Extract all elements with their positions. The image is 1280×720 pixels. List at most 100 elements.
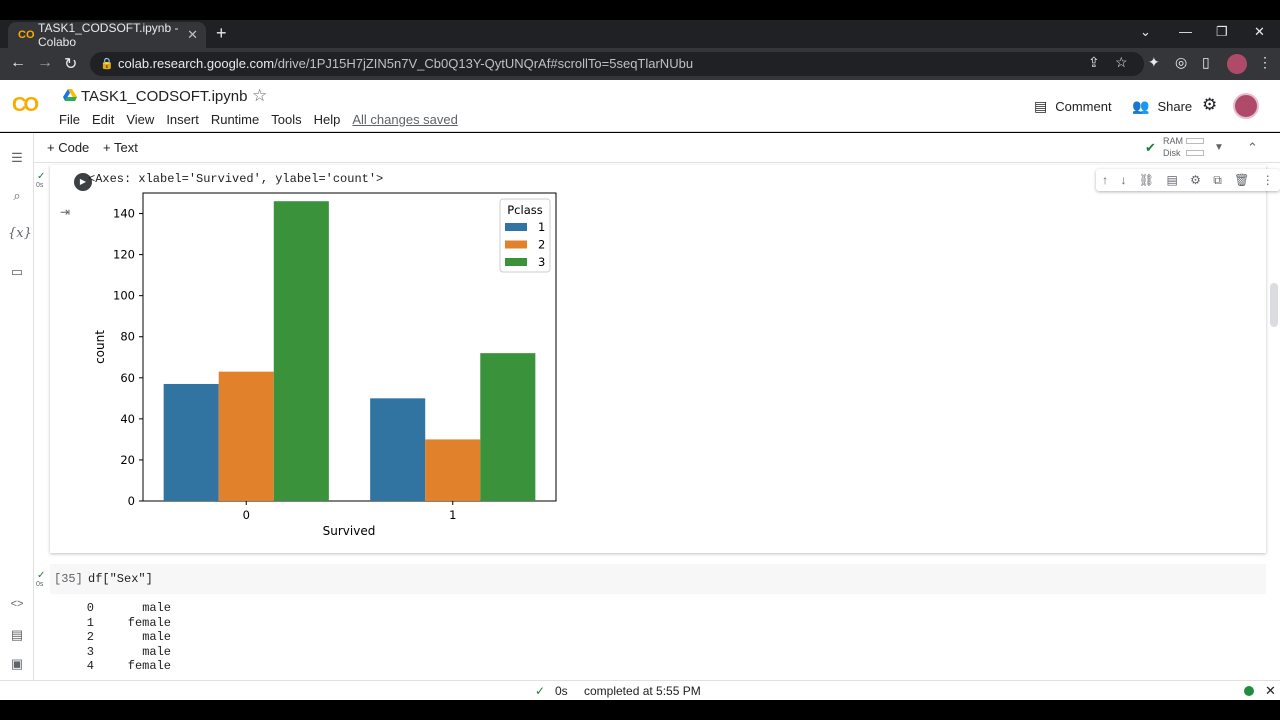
legend: Pclass 1 2 3 [499,198,551,273]
move-down-icon[interactable]: ↓ [1121,173,1127,187]
screen-bottom-border [0,700,1280,720]
legend-swatch [505,258,527,266]
url-path: /drive/1PJ15H7jZIN5n7V_Cb0Q13Y-QytUNQrAf… [274,56,694,71]
search-icon[interactable]: ⌕ [8,188,26,204]
add-code-button[interactable]: + Code [47,140,89,155]
terminal-icon[interactable]: ▣ [8,656,26,672]
cell1-exec-time: 0s [36,182,44,189]
y-axis: 0 20 40 60 80 100 120 140 [113,207,143,508]
share-button[interactable]: 👥 Share [1132,98,1192,115]
bar [425,439,481,501]
maximize-icon[interactable]: ❐ [1216,24,1228,40]
runtime-dropdown-icon[interactable]: ▼ [1214,142,1224,153]
browser-menu-icon[interactable]: ⋮ [1258,54,1272,71]
share-page-icon[interactable]: ⇪ [1088,54,1100,71]
add-text-button[interactable]: + Text [103,140,138,155]
legend-title: Pclass [507,203,542,217]
address-bar: ← → ↻ 🔒 colab.research.google.com/drive/… [0,48,1280,80]
menu-runtime[interactable]: Runtime [211,112,259,127]
link-icon[interactable]: ⛓ [1139,173,1154,187]
menu-file[interactable]: File [59,112,80,127]
cell1-executed-check-icon: ✓ [37,171,46,182]
tab-search-icon[interactable]: ⌄ [1140,24,1151,40]
output-cell: ▶ ⇥ <Axes: xlabel='Survived', ylabel='co… [50,165,1280,553]
comment-label: Comment [1055,99,1112,114]
settings-gear-icon[interactable]: ⚙ [1202,95,1217,115]
series-value: male [142,644,171,659]
ram-bar [1186,138,1204,144]
tab-title: TASK1_CODSOFT.ipynb - Colabo [38,21,179,49]
extensions-icon[interactable]: ✦ [1148,54,1160,71]
colab-logo[interactable]: CO [12,94,39,117]
menu-help[interactable]: Help [314,112,341,127]
delete-icon[interactable]: 🗑 [1234,173,1249,187]
series-row: 2 male [74,630,214,645]
series-index: 4 [86,659,94,673]
status-time: 0s [555,684,568,698]
window-close-icon[interactable]: ✕ [1254,24,1265,40]
menu-insert[interactable]: Insert [166,112,199,127]
mirror-cell-icon[interactable]: ⧉ [1213,173,1222,188]
extension-icon[interactable]: ◎ [1175,54,1187,71]
status-message[interactable]: completed at 5:55 PM [584,684,701,698]
move-up-icon[interactable]: ↑ [1102,173,1108,187]
y-tick-label: 60 [120,371,135,385]
back-icon[interactable]: ← [10,54,26,72]
connected-check-icon: ✔ [1145,140,1156,155]
more-options-icon[interactable]: ⋮ [1262,173,1274,187]
comment-cell-icon[interactable]: ▤ [1166,173,1177,187]
save-status[interactable]: All changes saved [352,112,458,127]
collapse-header-icon[interactable]: ⌃ [1247,140,1258,156]
menu-tools[interactable]: Tools [271,112,301,127]
notebook-title[interactable]: TASK1_CODSOFT.ipynb [81,88,247,105]
notebook-scrollbar[interactable] [1270,283,1278,327]
comment-button[interactable]: ▤ Comment [1034,98,1112,115]
colab-favicon-icon: CO [18,29,35,41]
y-tick-label: 140 [113,207,135,221]
status-check-icon: ✓ [535,684,546,698]
series-row: 1 female [74,616,214,631]
y-tick-label: 40 [120,412,135,426]
series-value: male [142,630,171,644]
account-avatar[interactable] [1233,93,1259,119]
browser-tab[interactable]: CO TASK1_CODSOFT.ipynb - Colabo ✕ [8,21,206,49]
series-row: 3 male [74,645,214,660]
menu-view[interactable]: View [126,112,154,127]
series-index: 2 [86,630,94,644]
status-close-icon[interactable]: ✕ [1265,683,1276,699]
bar [218,371,274,501]
bar [163,383,219,501]
bookmark-star-icon[interactable]: ☆ [1115,54,1128,71]
files-folder-icon[interactable]: ▭ [8,264,26,280]
code-cell[interactable]: [35] df["Sex"] [50,564,1266,594]
notebook-toolbar: + Code + Text ✔ RAM Disk ▼ ⌃ [0,133,1280,163]
bar [273,201,329,502]
variables-icon[interactable]: {x} [8,226,32,241]
side-panel-icon[interactable]: ▯ [1202,54,1210,71]
left-sidebar: ☰ ⌕ {x} ▭ <> ▤ ▣ [0,133,34,680]
cell-code[interactable]: df["Sex"] [88,572,153,586]
table-of-contents-icon[interactable]: ☰ [8,150,26,166]
minimize-icon[interactable]: — [1179,24,1192,39]
reload-icon[interactable]: ↻ [64,54,77,74]
cell-toolbar: ↑ ↓ ⛓ ▤ ⚙ ⧉ 🗑 ⋮ [1096,169,1280,191]
new-tab-icon[interactable]: + [216,24,227,42]
status-bar: ✓ 0s completed at 5:55 PM ✕ [0,680,1280,700]
menu-edit[interactable]: Edit [92,112,114,127]
cell-settings-icon[interactable]: ⚙ [1190,173,1201,187]
tab-close-icon[interactable]: ✕ [187,27,198,43]
star-icon[interactable]: ☆ [252,86,267,106]
url-field[interactable]: 🔒 colab.research.google.com/drive/1PJ15H… [90,52,1144,76]
profile-avatar[interactable] [1227,54,1247,74]
forward-icon[interactable]: → [37,54,53,72]
series-index: 0 [86,601,94,615]
series-value: female [127,659,171,673]
status-dot [1244,686,1254,696]
code-snippets-icon[interactable]: <> [8,598,26,610]
output-action-icon[interactable]: ⇥ [60,205,70,219]
disk-label: Disk [1163,148,1181,158]
legend-entry: 1 [538,220,545,234]
x-axis-label: Survived [323,524,376,538]
resource-labels[interactable]: RAM Disk [1163,135,1183,159]
command-palette-icon[interactable]: ▤ [8,627,26,643]
